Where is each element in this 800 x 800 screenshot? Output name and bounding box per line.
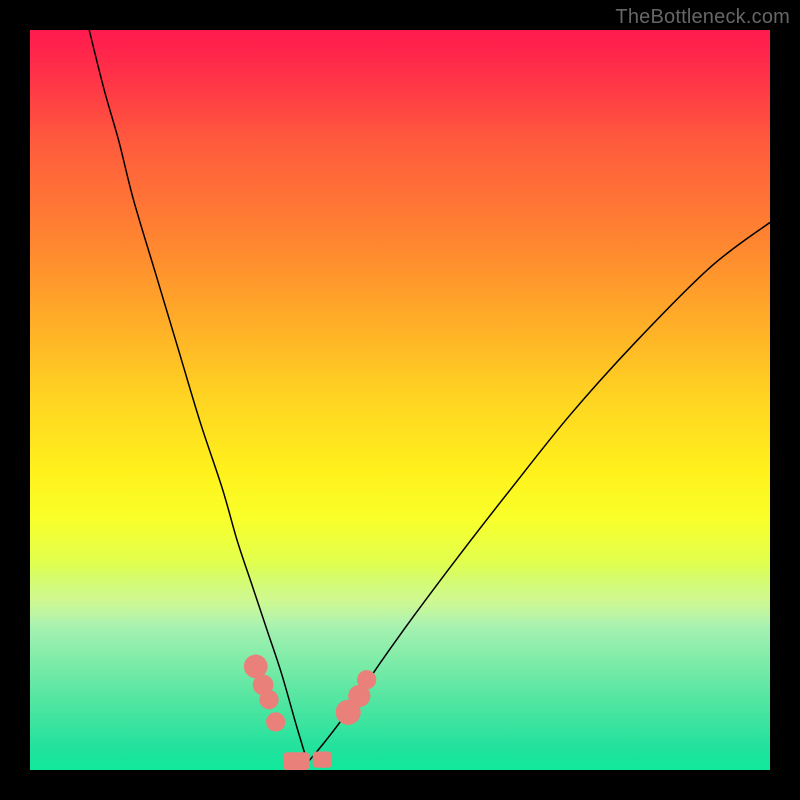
chart-stage: TheBottleneck.com	[0, 0, 800, 800]
marker-dot	[266, 712, 285, 731]
marker-group	[244, 655, 376, 770]
curve-layer	[30, 30, 770, 770]
marker-pill	[313, 752, 332, 768]
marker-dot	[259, 690, 278, 709]
curve-left	[89, 30, 307, 763]
watermark-text: TheBottleneck.com	[615, 6, 790, 29]
marker-dot	[357, 670, 376, 689]
plot-area	[30, 30, 770, 770]
curve-right	[308, 222, 771, 762]
marker-pill	[283, 752, 310, 770]
